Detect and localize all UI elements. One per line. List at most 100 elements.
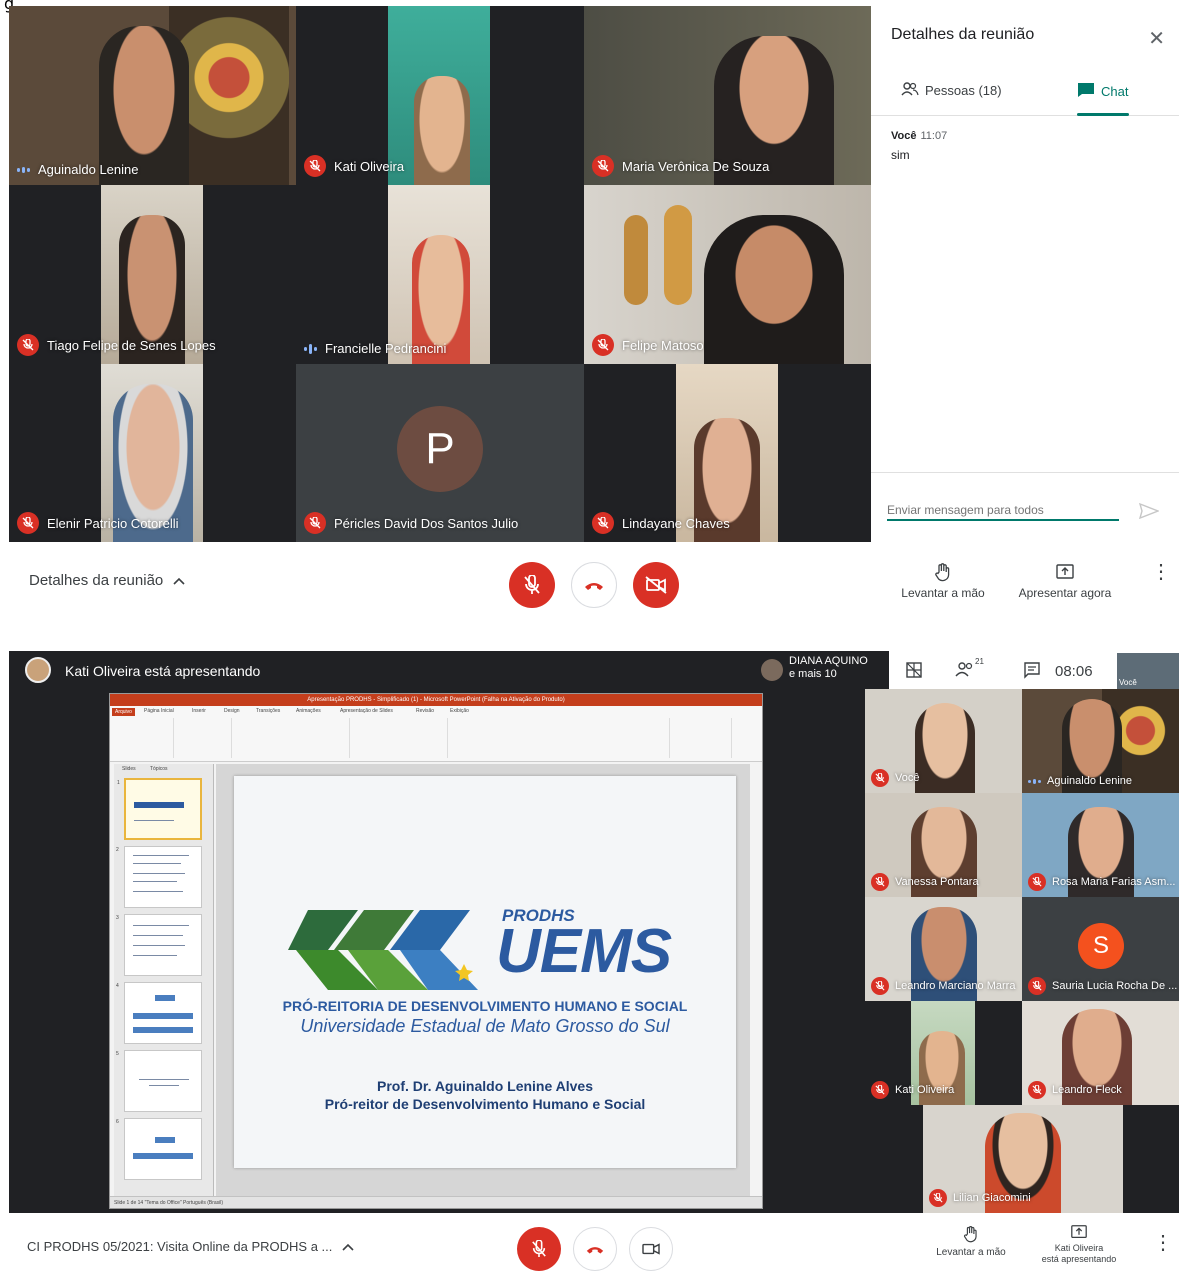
participant-tile[interactable]: Vanessa Pontara [865, 793, 1022, 897]
slide-thumbnail[interactable]: 2 [116, 846, 202, 908]
mic-off-icon [592, 334, 614, 356]
participant-name: Tiago Felipe de Senes Lopes [47, 337, 216, 353]
ribbon-tab[interactable]: Design [224, 708, 240, 714]
meeting-title: CI PRODHS 05/2021: Visita Online da PROD… [27, 1239, 333, 1254]
mute-microphone-button[interactable] [517, 1227, 561, 1271]
ribbon-tab[interactable]: Inserir [192, 708, 206, 714]
raise-hand-button[interactable]: Levantar a mão [895, 562, 991, 600]
mic-off-icon [532, 1240, 546, 1257]
panel-tab[interactable]: Tópicos [150, 766, 168, 772]
tab-people[interactable]: Pessoas (18) [901, 82, 1002, 99]
participant-tile[interactable]: Aguinaldo Lenine [9, 6, 296, 185]
participant-tile[interactable]: Maria Verônica De Souza [584, 6, 871, 185]
participant-name: Kati Oliveira [895, 1084, 955, 1096]
camera-icon [642, 1243, 660, 1255]
chat-message-text: sim [891, 148, 910, 162]
participant-name: Elenir Patricio Cotorelli [47, 515, 179, 531]
more-options-icon[interactable]: ⋮ [1153, 1233, 1173, 1253]
slide-thumbnail[interactable]: 3 [116, 914, 202, 976]
camera-toggle-button[interactable] [633, 562, 679, 608]
meeting-details-toggle[interactable]: CI PRODHS 05/2021: Visita Online da PROD… [27, 1239, 354, 1254]
ribbon-tab[interactable]: Exibição [450, 708, 469, 714]
participant-tile[interactable]: Tiago Felipe de Senes Lopes [9, 185, 296, 364]
ribbon-tab[interactable]: Animações [296, 708, 321, 714]
active-tab-indicator [1077, 113, 1129, 116]
ribbon-group [176, 718, 232, 758]
slide-thumbnail[interactable]: 5 [116, 1050, 202, 1112]
presentation-area: Apresentação PRODHS - Simplificado (1) -… [9, 689, 865, 1213]
camera-off-icon [645, 576, 667, 594]
participant-tile[interactable]: Elenir Patricio Cotorelli [9, 364, 296, 542]
participant-tile[interactable]: Aguinaldo Lenine [1022, 689, 1179, 793]
ribbon-tab[interactable]: Revisão [416, 708, 434, 714]
speaking-indicator-icon [1028, 778, 1041, 784]
participant-tile[interactable]: Lindayane Chaves [584, 364, 871, 542]
participant-tile[interactable]: Kati Oliveira [296, 6, 584, 185]
participant-tile[interactable]: Rosa Maria Farias Asm... [1022, 793, 1179, 897]
participant-name: Péricles David Dos Santos Julio [334, 515, 519, 531]
slide-thumbnail[interactable]: 1 [117, 778, 202, 840]
ribbon-tab[interactable]: Transições [256, 708, 280, 714]
participant-tile[interactable]: Você [865, 689, 1022, 793]
participant-tile[interactable]: Leandro Fleck [1022, 1001, 1179, 1105]
participant-name: Kati Oliveira [334, 158, 405, 174]
ppt-ribbon: Arquivo Página Inicial Inserir Design Tr… [110, 706, 762, 762]
more-options-icon[interactable]: ⋮ [1151, 562, 1171, 582]
present-now-button[interactable]: Apresentar agora [1013, 562, 1117, 600]
chat-message-header: Você 11:07 [891, 130, 947, 142]
mute-microphone-button[interactable] [509, 562, 555, 608]
ribbon-group [114, 718, 174, 758]
participant-name: Você [895, 772, 920, 784]
panel-tab[interactable]: Slides [122, 766, 136, 772]
participant-tile[interactable]: Felipe Matoso [584, 185, 871, 364]
tab-chat[interactable]: Chat [1077, 82, 1128, 101]
ribbon-tab[interactable]: Arquivo [112, 708, 135, 716]
hang-up-icon [585, 583, 603, 590]
mic-off-icon [871, 977, 889, 995]
chat-icon[interactable] [1023, 661, 1041, 679]
current-slide[interactable]: PRODHS UEMS PRÓ-REITORIA DE DESENVOLVIME… [234, 776, 736, 1168]
participant-tile[interactable]: P Péricles David Dos Santos Julio [296, 364, 584, 542]
participant-name: Maria Verônica De Souza [622, 158, 770, 174]
ribbon-tab[interactable]: Página Inicial [144, 708, 174, 714]
self-view-thumbnail[interactable]: Você [1117, 653, 1179, 689]
ppt-status-bar: Slide 1 de 14 "Tema do Office" Português… [110, 1196, 762, 1208]
participant-tile[interactable]: Kati Oliveira [865, 1001, 1022, 1105]
people-button[interactable]: 21 [955, 657, 984, 677]
host-avatar [761, 659, 783, 681]
chevron-up-icon [342, 1239, 354, 1254]
ppt-title-bar: Apresentação PRODHS - Simplificado (1) -… [110, 694, 762, 706]
close-icon[interactable]: ✕ [1148, 26, 1165, 51]
send-icon[interactable] [1139, 503, 1159, 519]
figure-root: g Aguinaldo Lenine Kati Oliveira [0, 0, 1179, 1275]
uems-logo-icon [288, 910, 478, 990]
participant-tile[interactable]: Francielle Pedrancini [296, 185, 584, 364]
speaking-indicator-icon [304, 343, 317, 354]
chevron-up-icon [173, 572, 185, 589]
hang-up-icon [586, 1247, 604, 1254]
participant-avatar: P [397, 406, 483, 492]
ribbon-tab[interactable]: Apresentação de Slides [340, 708, 393, 714]
ribbon-group [672, 718, 732, 758]
leave-call-button[interactable] [571, 562, 617, 608]
camera-toggle-button[interactable] [629, 1227, 673, 1271]
mic-off-icon [929, 1189, 947, 1207]
presenting-status-button[interactable]: Kati Oliveira está apresentando [1029, 1223, 1129, 1265]
participant-tile[interactable]: Leandro Marciano Marra [865, 897, 1022, 1001]
chat-composer [871, 472, 1179, 542]
mic-off-icon [871, 1081, 889, 1099]
participant-avatar: S [1078, 923, 1124, 969]
slide-role: Pró-reitor de Desenvolvimento Humano e S… [324, 1096, 646, 1112]
participant-tile[interactable]: Lilian Giacomini [923, 1105, 1123, 1213]
slide-thumbnail[interactable]: 6 [116, 1118, 202, 1180]
raise-hand-button[interactable]: Levantar a mão [923, 1225, 1019, 1258]
meeting-details-toggle[interactable]: Detalhes da reunião [29, 572, 185, 589]
participant-tile[interactable]: S Sauria Lucia Rocha De ... [1022, 897, 1179, 1001]
slide-thumbnails-panel: Slides Tópicos 1 2 3 4 5 6 [114, 764, 214, 1196]
people-icon [955, 662, 973, 677]
layout-icon[interactable] [905, 661, 923, 679]
participant-name: Aguinaldo Lenine [38, 162, 139, 177]
chat-message-input[interactable] [887, 501, 1119, 521]
leave-call-button[interactable] [573, 1227, 617, 1271]
slide-thumbnail[interactable]: 4 [116, 982, 202, 1044]
